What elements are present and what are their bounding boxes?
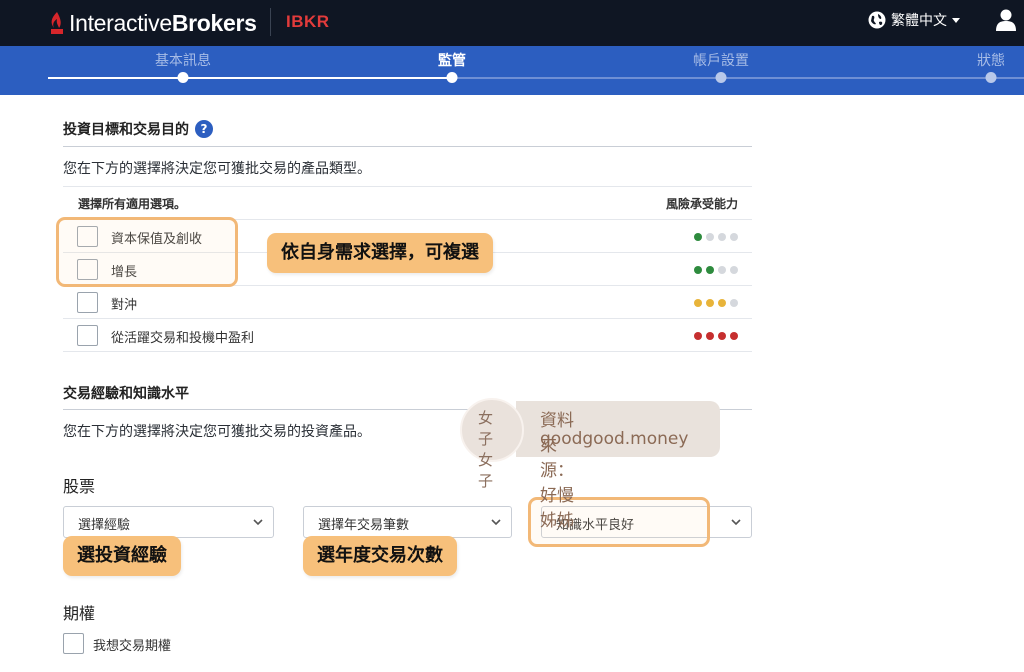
language-label: 繁體中文	[891, 13, 947, 29]
stock-experience-select[interactable]: 選擇經驗	[63, 506, 274, 538]
top-navigation-bar: InteractiveBrokers IBKR 繁體中文	[0, 0, 1024, 46]
select-value: 選擇年交易筆數	[318, 518, 410, 533]
annotation-pick-trades: 選年度交易次數	[303, 536, 457, 576]
step-regulatory[interactable]: 監管	[438, 50, 466, 70]
risk-dot-filled	[694, 266, 702, 274]
annotation-pick-experience: 選投資經驗	[63, 536, 181, 576]
risk-dot-filled	[706, 332, 714, 340]
risk-indicator	[690, 299, 738, 307]
globe-icon	[868, 11, 886, 29]
risk-dot-filled	[706, 266, 714, 274]
user-icon	[996, 9, 1016, 31]
step-account-setup-dot	[715, 72, 727, 83]
objectives-heading: 投資目標和交易目的?	[63, 119, 213, 139]
risk-dot-filled	[694, 299, 702, 307]
risk-dot-empty	[706, 233, 714, 241]
chevron-down-icon	[952, 17, 960, 23]
objectives-description: 您在下方的選擇將決定您可獲批交易的產品類型。	[63, 161, 371, 177]
watermark-logo-text: 女子 女子	[478, 409, 495, 490]
risk-dot-filled	[718, 332, 726, 340]
ibkr-label: IBKR	[286, 12, 330, 31]
risk-dot-empty	[718, 266, 726, 274]
risk-indicator	[690, 332, 738, 340]
chevron-down-icon	[253, 519, 263, 526]
options-heading: 期權	[63, 604, 96, 623]
risk-indicator	[690, 233, 738, 241]
logo-flame-icon	[51, 12, 63, 34]
progress-steps: 基本訊息 監管 帳戶設置 狀態	[0, 46, 1024, 95]
watermark-source: 資料來源：好慢姊姊	[540, 411, 574, 531]
step-regulatory-dot	[446, 72, 458, 83]
objective-checkbox[interactable]	[77, 325, 98, 346]
step-account-setup[interactable]: 帳戶設置	[693, 50, 749, 70]
chevron-down-icon	[491, 519, 501, 526]
help-icon[interactable]: ?	[195, 120, 213, 138]
objectives-table-header: 選擇所有適用選項。 風險承受能力	[63, 186, 752, 220]
step-status[interactable]: 狀態	[977, 50, 1005, 70]
objective-checkbox[interactable]	[77, 292, 98, 313]
annotation-multi-select: 依自身需求選擇，可複選	[267, 233, 493, 273]
risk-dot-empty	[730, 266, 738, 274]
risk-dot-filled	[718, 299, 726, 307]
logo-text: InteractiveBrokers	[69, 9, 257, 36]
user-account-button[interactable]	[996, 9, 1016, 35]
risk-dot-empty	[730, 299, 738, 307]
risk-indicator	[690, 266, 738, 274]
select-value: 選擇經驗	[78, 518, 131, 533]
risk-dot-filled	[694, 233, 702, 241]
select-all-hint: 選擇所有適用選項。	[78, 197, 187, 211]
experience-description: 您在下方的選擇將決定您可獲批交易的投資產品。	[63, 424, 371, 440]
step-basic-info-dot	[177, 72, 189, 83]
objective-row[interactable]: 從活躍交易和投機中盈利	[63, 319, 752, 352]
objective-row[interactable]: 對沖	[63, 286, 752, 319]
language-selector[interactable]: 繁體中文	[868, 10, 960, 30]
objective-label: 從活躍交易和投機中盈利	[111, 331, 255, 346]
progress-track-completed	[48, 77, 453, 79]
risk-dot-filled	[706, 299, 714, 307]
trade-options-checkbox[interactable]	[63, 633, 84, 654]
risk-dot-filled	[694, 332, 702, 340]
stock-trades-per-year-select[interactable]: 選擇年交易筆數	[303, 506, 512, 538]
step-basic-info[interactable]: 基本訊息	[155, 50, 211, 70]
stocks-heading: 股票	[63, 477, 96, 496]
header-divider	[270, 8, 271, 36]
watermark-site: goodgood.money	[540, 429, 689, 449]
trade-options-label: 我想交易期權	[93, 639, 172, 654]
section-divider	[63, 146, 752, 147]
risk-dot-filled	[730, 332, 738, 340]
risk-dot-empty	[718, 233, 726, 241]
highlight-box-objectives	[56, 217, 238, 287]
risk-tolerance-header: 風險承受能力	[665, 197, 738, 211]
objective-label: 對沖	[111, 298, 138, 313]
risk-dot-empty	[730, 233, 738, 241]
experience-heading: 交易經驗和知識水平	[63, 386, 189, 402]
chevron-down-icon	[731, 519, 741, 526]
step-status-dot	[985, 72, 997, 83]
interactive-brokers-logo[interactable]: InteractiveBrokers	[48, 9, 257, 37]
